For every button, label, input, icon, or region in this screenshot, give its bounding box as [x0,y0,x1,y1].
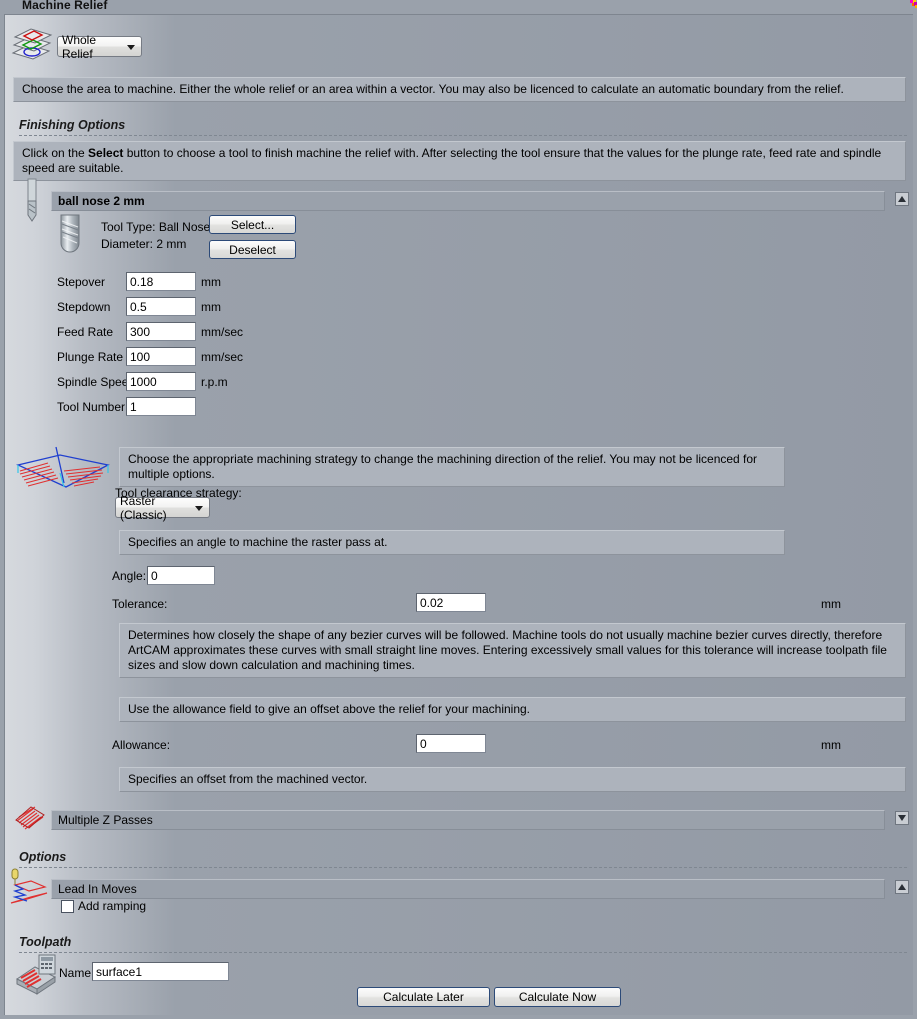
deselect-tool-button[interactable]: Deselect [209,240,296,259]
feed-rate-input[interactable] [126,322,196,341]
window-titlebar: Machine Relief [0,0,917,14]
area-description: Choose the area to machine. Either the w… [13,77,906,102]
lead-in-moves-bar[interactable]: Lead In Moves [51,879,885,899]
allowance-unit: mm [821,738,841,752]
param-unit-plunge-rate: mm/sec [201,349,243,364]
finishing-options-title: Finishing Options [19,118,126,132]
chevron-up-icon [898,196,906,202]
add-ramping-checkbox[interactable] [61,899,74,913]
chevron-up-icon [898,884,906,890]
stepdown-input[interactable] [126,297,196,316]
offset-description: Specifies an offset from the machined ve… [119,767,906,792]
z-passes-icon [13,805,47,834]
param-label-feed-rate: Feed Rate [57,324,114,339]
calculate-now-button[interactable]: Calculate Now [494,987,621,1007]
tool-diameter-value: 2 mm [156,237,187,251]
tool-number-input[interactable] [126,397,196,416]
strategy-description: Choose the appropriate machining strateg… [119,447,785,487]
param-row: Tool Number [5,394,265,419]
expand-multiple-z-button[interactable] [895,811,909,825]
lead-in-icon [7,867,51,910]
section-divider [19,135,907,136]
finishing-options-section: Finishing Options [5,118,907,136]
toolpath-icon [13,951,59,998]
param-label-stepdown: Stepdown [57,299,111,314]
relief-layers-icon [9,23,53,70]
allowance-label: Allowance: [112,738,171,752]
param-unit-feed-rate: mm/sec [201,324,243,339]
calculate-later-button[interactable]: Calculate Later [357,987,490,1007]
tool-type-row: Tool Type: Ball Nose [101,220,210,234]
tool-preview-icon [55,213,85,262]
tool-type-label: Tool Type: [101,220,156,234]
finishing-description-text: Click on the Select button to choose a t… [22,146,882,175]
allowance-description: Use the allowance field to give an offse… [119,697,906,722]
tool-diameter-row: Diameter: 2 mm [101,237,186,251]
add-ramping-label: Add ramping [78,899,147,913]
tool-group-title: ball nose 2 mm [51,191,885,211]
param-unit-stepover: mm [201,274,221,289]
add-ramping-row[interactable]: Add ramping [61,899,146,913]
plunge-rate-input[interactable] [126,347,196,366]
toolpath-name-input[interactable] [92,962,229,981]
angle-label: Angle: [112,569,147,583]
param-unit-stepdown: mm [201,299,221,314]
toolpath-name-label: Name: [59,966,95,980]
section-divider [19,952,907,953]
window-title: Machine Relief [22,0,108,12]
raster-strategy-icon [8,443,114,510]
param-unit-spindle-speed: r.p.m [201,374,228,389]
param-row: Stepover mm [5,269,265,294]
toolpath-section: Toolpath [5,935,907,953]
chevron-down-icon [898,815,906,821]
machine-area-value: Whole Relief [62,32,97,61]
section-divider [19,867,907,868]
collapse-finishing-button[interactable] [895,192,909,206]
spindle-speed-input[interactable] [126,372,196,391]
param-row: Spindle Speed r.p.m [5,369,265,394]
tool-clearance-strategy-dropdown[interactable]: Raster (Classic) [115,494,210,522]
allowance-input[interactable] [416,734,486,753]
machine-relief-panel: Whole Relief Choose the area to machine.… [4,14,913,1015]
finishing-description: Click on the Select button to choose a t… [13,141,906,181]
angle-description: Specifies an angle to machine the raster… [119,530,785,555]
tolerance-input[interactable] [416,593,486,612]
param-label-tool-number: Tool Number [57,399,126,414]
tool-parameters: Stepover mm Stepdown mm Feed Rate mm/sec… [5,269,265,416]
param-label-stepover: Stepover [57,274,106,289]
select-tool-button[interactable]: Select... [209,215,296,234]
endmill-icon [19,177,45,228]
tolerance-description: Determines how closely the shape of any … [119,623,906,678]
app-corner-icon [901,0,917,14]
options-section: Options [5,850,907,868]
options-title: Options [19,850,67,864]
param-row: Feed Rate mm/sec [5,319,265,344]
chevron-down-icon [127,44,135,50]
stepover-input[interactable] [126,272,196,291]
param-row: Stepdown mm [5,294,265,319]
tool-clearance-strategy-value: Raster (Classic) [120,493,167,522]
tolerance-label: Tolerance: [112,597,168,611]
param-label-spindle-speed: Spindle Speed [57,374,136,389]
angle-input[interactable] [147,566,215,585]
param-label-plunge-rate: Plunge Rate [57,349,124,364]
tool-diameter-label: Diameter: [101,237,154,251]
toolpath-title: Toolpath [19,935,72,949]
tool-type-value: Ball Nose [158,220,211,234]
collapse-options-button[interactable] [895,880,909,894]
tolerance-unit: mm [821,597,841,611]
machine-area-dropdown[interactable]: Whole Relief [57,33,142,61]
chevron-down-icon [195,505,203,511]
multiple-z-passes-bar[interactable]: Multiple Z Passes [51,810,885,830]
param-row: Plunge Rate mm/sec [5,344,265,369]
